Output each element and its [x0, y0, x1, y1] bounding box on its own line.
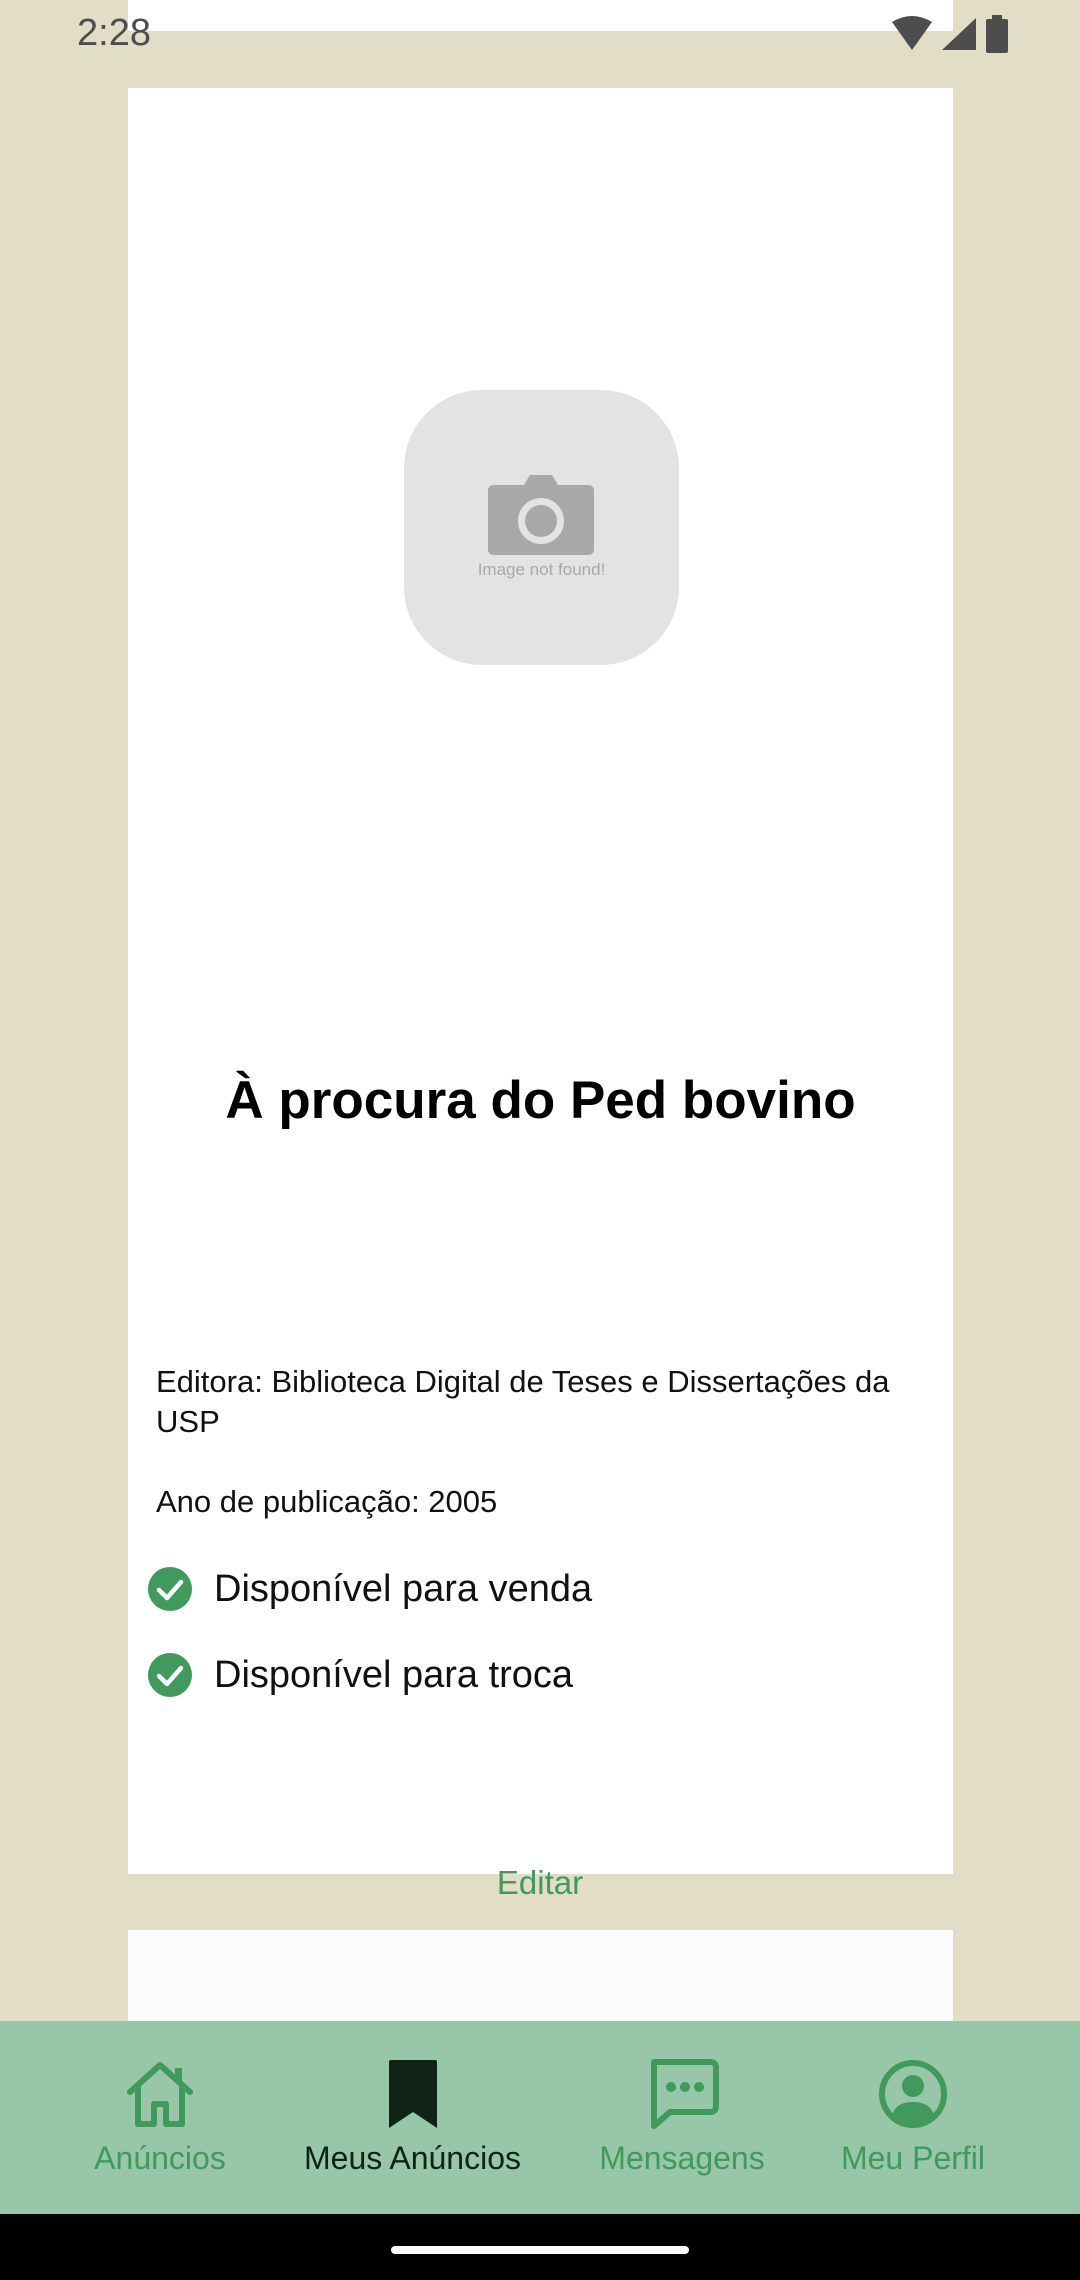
nav-item-meu-perfil[interactable]: Meu Perfil — [810, 2021, 1016, 2214]
camera-icon — [488, 475, 594, 555]
available-for-trade-row: Disponível para troca — [148, 1653, 573, 1697]
next-listing-card[interactable] — [128, 1930, 953, 2021]
nav-item-mensagens[interactable]: Mensagens — [570, 2021, 794, 2214]
battery-icon — [986, 15, 1008, 53]
previous-card-edge — [128, 0, 953, 31]
available-for-sale-label: Disponível para venda — [214, 1567, 593, 1610]
bookmark-icon — [388, 2060, 437, 2128]
wifi-icon — [892, 16, 932, 50]
nav-label-meu-perfil: Meu Perfil — [840, 2140, 986, 2176]
check-circle-icon — [148, 1653, 192, 1697]
nav-item-meus-anuncios[interactable]: Meus Anúncios — [280, 2021, 545, 2214]
nav-label-mensagens: Mensagens — [599, 2140, 765, 2176]
profile-icon — [879, 2060, 947, 2128]
available-for-trade-label: Disponível para troca — [214, 1653, 574, 1696]
publication-year-text: Ano de publicação: 2005 — [156, 1484, 498, 1519]
check-circle-icon — [148, 1567, 192, 1611]
home-icon — [127, 2062, 193, 2127]
nav-item-anuncios[interactable]: Anúncios — [50, 2021, 270, 2214]
listing-card: Image not found! À procura do Ped bovino… — [128, 88, 953, 1901]
image-not-found-text: Image not found! — [477, 560, 606, 579]
status-bar: 2:28 — [0, 0, 1080, 70]
book-image-placeholder: Image not found! — [404, 390, 679, 665]
signal-icon — [942, 18, 976, 50]
system-navigation-bar — [0, 2214, 1080, 2280]
publisher-text: Editora: Biblioteca Digital de Teses e D… — [156, 1364, 890, 1439]
bottom-navigation: Anúncios Meus Anúncios Mensagens Meu Per… — [0, 2021, 1080, 2214]
status-icons — [890, 14, 1010, 54]
nav-label-meus-anuncios: Meus Anúncios — [303, 2140, 521, 2176]
available-for-sale-row: Disponível para venda — [148, 1567, 592, 1611]
edit-button[interactable]: Editar — [440, 1853, 640, 1913]
chat-icon — [651, 2059, 719, 2129]
status-time: 2:28 — [77, 12, 151, 54]
book-title: À procura do Ped bovino — [225, 1071, 856, 1130]
nav-label-anuncios: Anúncios — [94, 2140, 226, 2176]
home-gesture-handle[interactable] — [391, 2246, 689, 2254]
